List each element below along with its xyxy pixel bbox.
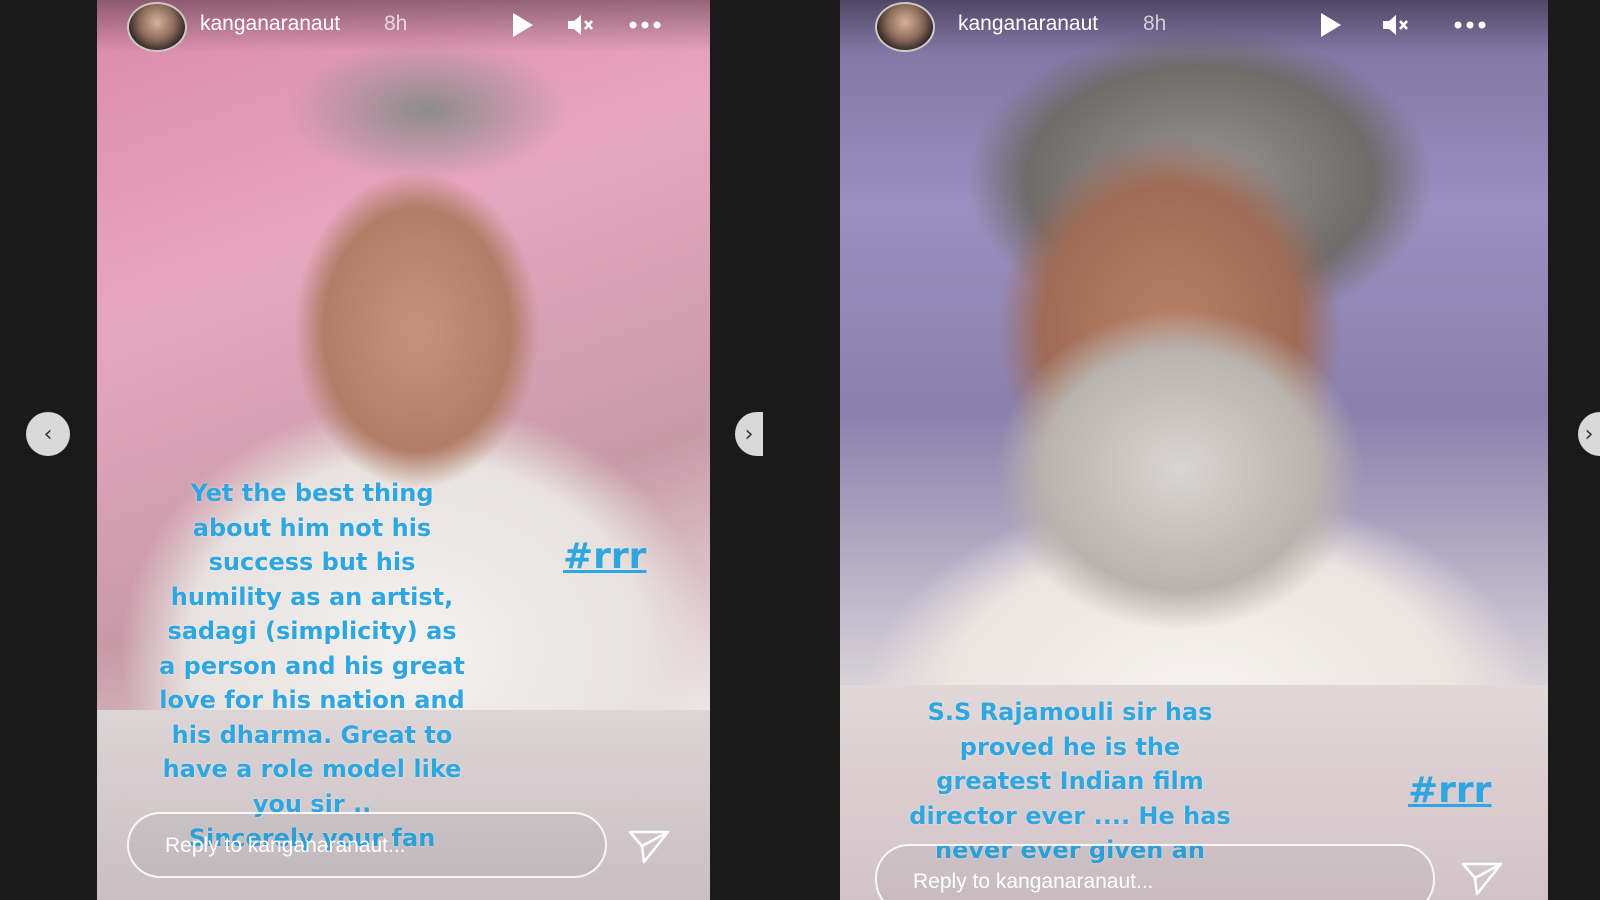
story-card[interactable]: kanganaranaut 8h Yet the best thing abou… <box>97 0 710 900</box>
time-ago: 8h <box>384 12 408 35</box>
chevron-left-icon: ‹ <box>43 421 53 447</box>
caption-line: humility as an artist, <box>170 582 454 611</box>
caption-line: success but his <box>208 548 416 576</box>
caption-line: Yet the best thing <box>190 479 434 507</box>
chevron-right-icon: › <box>1584 421 1594 447</box>
next-story-button[interactable]: › <box>735 412 763 456</box>
reply-placeholder: Reply to kanganaranaut... <box>165 834 406 857</box>
caption-line: love for his nation and <box>159 686 465 714</box>
more-options-button[interactable] <box>1452 10 1488 40</box>
caption-line: S.S Rajamouli sir has <box>927 698 1213 726</box>
mute-icon <box>568 15 593 35</box>
story-card[interactable]: kanganaranaut 8h S.S Rajamouli sir has p… <box>840 0 1548 900</box>
more-options-button[interactable] <box>627 10 663 40</box>
mute-button[interactable] <box>1380 10 1410 40</box>
caption-line: his dharma. Great to <box>171 720 453 749</box>
caption-line: sadagi (simplicity) as <box>167 617 457 645</box>
story-caption: Yet the best thing about him not his suc… <box>117 476 507 856</box>
play-icon <box>513 13 533 37</box>
previous-story-button[interactable]: ‹ <box>26 412 70 456</box>
caption-line: about him not his <box>192 513 432 542</box>
avatar[interactable] <box>127 2 187 52</box>
hashtag-sticker[interactable]: #rrr <box>563 536 646 577</box>
avatar[interactable] <box>875 2 935 52</box>
reply-input[interactable]: Reply to kanganaranaut... <box>875 844 1435 900</box>
play-icon <box>1321 13 1341 37</box>
hashtag-sticker[interactable]: #rrr <box>1408 770 1491 811</box>
more-icon <box>629 21 661 29</box>
mute-icon <box>1383 15 1408 35</box>
story-photo <box>840 0 1548 685</box>
caption-line: director ever .... He has <box>909 801 1231 830</box>
story-header: kanganaranaut 8h <box>97 0 710 52</box>
next-story-edge-button[interactable]: › <box>1578 412 1600 456</box>
reply-input[interactable]: Reply to kanganaranaut... <box>127 812 607 878</box>
send-icon <box>1461 862 1503 896</box>
send-button[interactable] <box>627 828 671 866</box>
caption-line: proved he is the <box>959 732 1181 761</box>
play-button[interactable] <box>1315 10 1345 40</box>
reply-placeholder: Reply to kanganaranaut... <box>913 870 1154 893</box>
play-button[interactable] <box>507 10 537 40</box>
time-ago: 8h <box>1143 12 1167 35</box>
send-button[interactable] <box>1460 860 1504 898</box>
caption-line: greatest Indian film <box>936 767 1204 795</box>
caption-line: have a role model like <box>162 755 462 783</box>
story-caption: S.S Rajamouli sir has proved he is the g… <box>870 695 1270 868</box>
username[interactable]: kanganaranaut <box>200 12 340 36</box>
more-icon <box>1454 21 1486 29</box>
chevron-right-icon: › <box>744 421 754 447</box>
caption-line: a person and his great <box>159 651 465 680</box>
mute-button[interactable] <box>565 10 595 40</box>
send-icon <box>628 830 670 864</box>
story-header: kanganaranaut 8h <box>840 0 1548 52</box>
username[interactable]: kanganaranaut <box>958 12 1098 36</box>
